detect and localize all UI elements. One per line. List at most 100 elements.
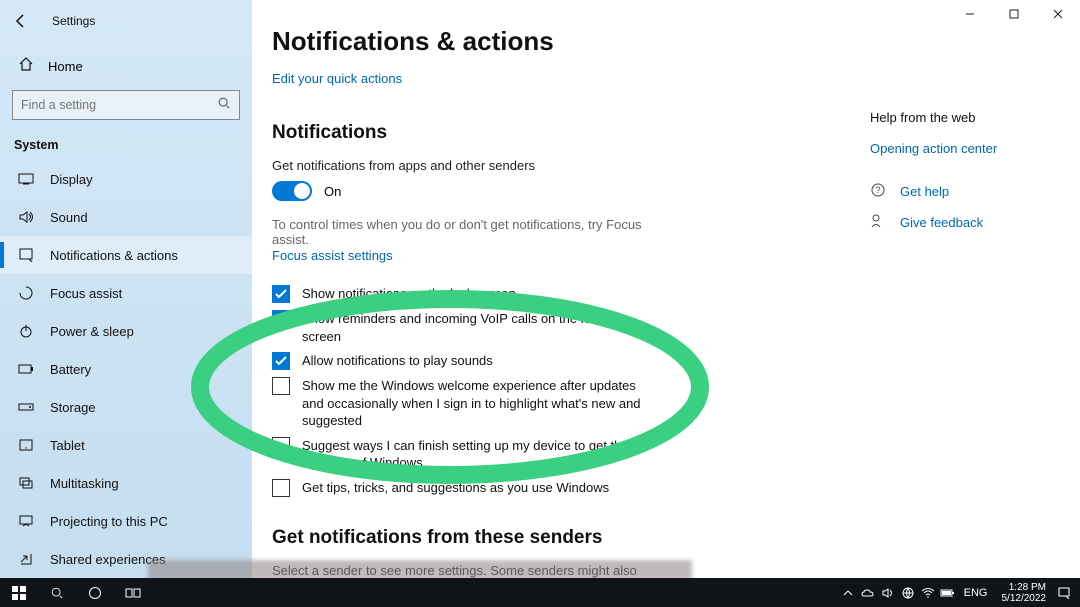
maximize-button[interactable] (992, 0, 1036, 28)
back-button[interactable] (8, 8, 34, 34)
sidebar-item-label: Focus assist (50, 286, 122, 301)
checkbox-label: Suggest ways I can finish setting up my … (302, 437, 642, 472)
help-heading: Help from the web (870, 110, 1062, 125)
sidebar-item-notifications[interactable]: Notifications & actions (0, 236, 252, 274)
tray-language[interactable]: ENG (958, 587, 994, 599)
sidebar-item-sound[interactable]: Sound (0, 198, 252, 236)
sidebar-item-tablet[interactable]: Tablet (0, 426, 252, 464)
tray-time: 1:28 PM (1002, 582, 1047, 593)
checkbox-row[interactable]: Suggest ways I can finish setting up my … (272, 437, 642, 472)
get-help-link[interactable]: ? Get help (870, 182, 1062, 201)
sidebar-item-label: Storage (50, 400, 96, 415)
tray-globe-icon[interactable] (898, 578, 918, 607)
feedback-label: Give feedback (900, 215, 983, 230)
tray-wifi-icon[interactable] (918, 578, 938, 607)
search-icon (217, 96, 231, 115)
focus-icon (18, 285, 34, 301)
section-senders: Get notifications from these senders (272, 527, 870, 549)
projecting-icon (18, 513, 34, 529)
notification-checks: Show notifications on the lock screen Sho… (272, 285, 642, 497)
main-area: Notifications & actions Edit your quick … (252, 0, 1080, 578)
sidebar-section-system: System (0, 120, 252, 160)
sidebar-item-battery[interactable]: Battery (0, 350, 252, 388)
checkbox-label: Get tips, tricks, and suggestions as you… (302, 479, 609, 497)
start-button[interactable] (0, 578, 38, 607)
tray-chevron-icon[interactable] (838, 578, 858, 607)
home-nav[interactable]: Home (0, 52, 252, 80)
battery-icon (18, 361, 34, 377)
window-title: Settings (52, 14, 95, 28)
display-icon (18, 171, 34, 187)
sidebar-item-label: Battery (50, 362, 91, 377)
sidebar-item-focusassist[interactable]: Focus assist (0, 274, 252, 312)
notifications-icon (18, 247, 34, 263)
svg-text:?: ? (875, 185, 880, 195)
sidebar-item-projecting[interactable]: Projecting to this PC (0, 502, 252, 540)
sidebar-item-label: Sound (50, 210, 88, 225)
shared-icon (18, 551, 34, 567)
give-feedback-link[interactable]: Give feedback (870, 213, 1062, 232)
search-box[interactable] (12, 90, 240, 120)
checkbox-row[interactable]: Allow notifications to play sounds (272, 352, 642, 370)
get-help-label: Get help (900, 184, 949, 199)
home-icon (18, 56, 34, 77)
tray-onedrive-icon[interactable] (858, 578, 878, 607)
checkbox-row[interactable]: Show notifications on the lock screen (272, 285, 642, 303)
checkbox-label: Show me the Windows welcome experience a… (302, 377, 642, 430)
cortana-button[interactable] (76, 578, 114, 607)
focus-assist-settings-link[interactable]: Focus assist settings (272, 248, 393, 263)
checkbox-label: Show notifications on the lock screen (302, 285, 516, 303)
sidebar-item-label: Multitasking (50, 476, 119, 491)
checkbox-label: Show reminders and incoming VoIP calls o… (302, 310, 642, 345)
checkbox-label: Allow notifications to play sounds (302, 352, 493, 370)
edit-quick-actions-link[interactable]: Edit your quick actions (272, 71, 402, 86)
sound-icon (18, 209, 34, 225)
settings-window: Settings Home System Display S (0, 0, 1080, 578)
sidebar-item-label: Notifications & actions (50, 248, 178, 263)
help-icon: ? (870, 182, 886, 201)
sidebar-item-power[interactable]: Power & sleep (0, 312, 252, 350)
checkbox[interactable] (272, 310, 290, 328)
window-controls (948, 0, 1080, 28)
checkbox[interactable] (272, 479, 290, 497)
checkbox[interactable] (272, 377, 290, 395)
close-button[interactable] (1036, 0, 1080, 28)
sidebar-nav: Display Sound Notifications & actions Fo… (0, 160, 252, 578)
help-link-action-center[interactable]: Opening action center (870, 141, 1062, 156)
checkbox[interactable] (272, 437, 290, 455)
taskbar-search-button[interactable] (38, 578, 76, 607)
focus-hint: To control times when you do or don't ge… (272, 217, 672, 247)
toggle-state: On (324, 184, 341, 199)
content: Notifications & actions Edit your quick … (252, 0, 870, 578)
storage-icon (18, 399, 34, 415)
minimize-button[interactable] (948, 0, 992, 28)
task-view-button[interactable] (114, 578, 152, 607)
help-column: Help from the web Opening action center … (870, 0, 1080, 578)
blurred-region (148, 560, 692, 580)
checkbox-row[interactable]: Show reminders and incoming VoIP calls o… (272, 310, 642, 345)
checkbox-row[interactable]: Show me the Windows welcome experience a… (272, 377, 642, 430)
tablet-icon (18, 437, 34, 453)
notifications-toggle[interactable] (272, 181, 312, 201)
sidebar-item-storage[interactable]: Storage (0, 388, 252, 426)
sidebar: Settings Home System Display S (0, 0, 252, 578)
tray-clock[interactable]: 1:28 PM 5/12/2022 (994, 582, 1055, 604)
tray-volume-icon[interactable] (878, 578, 898, 607)
power-icon (18, 323, 34, 339)
sidebar-item-label: Tablet (50, 438, 85, 453)
checkbox-row[interactable]: Get tips, tricks, and suggestions as you… (272, 479, 642, 497)
sidebar-item-display[interactable]: Display (0, 160, 252, 198)
multitasking-icon (18, 475, 34, 491)
sidebar-item-label: Projecting to this PC (50, 514, 168, 529)
home-label: Home (48, 59, 83, 74)
sidebar-item-multitasking[interactable]: Multitasking (0, 464, 252, 502)
sidebar-item-label: Display (50, 172, 93, 187)
tray-battery-icon[interactable] (938, 578, 958, 607)
feedback-icon (870, 213, 886, 232)
search-input[interactable] (21, 98, 217, 112)
tray-action-center-icon[interactable] (1054, 578, 1074, 607)
checkbox[interactable] (272, 352, 290, 370)
notifications-desc: Get notifications from apps and other se… (272, 158, 870, 173)
checkbox[interactable] (272, 285, 290, 303)
tray-date: 5/12/2022 (1002, 593, 1047, 604)
